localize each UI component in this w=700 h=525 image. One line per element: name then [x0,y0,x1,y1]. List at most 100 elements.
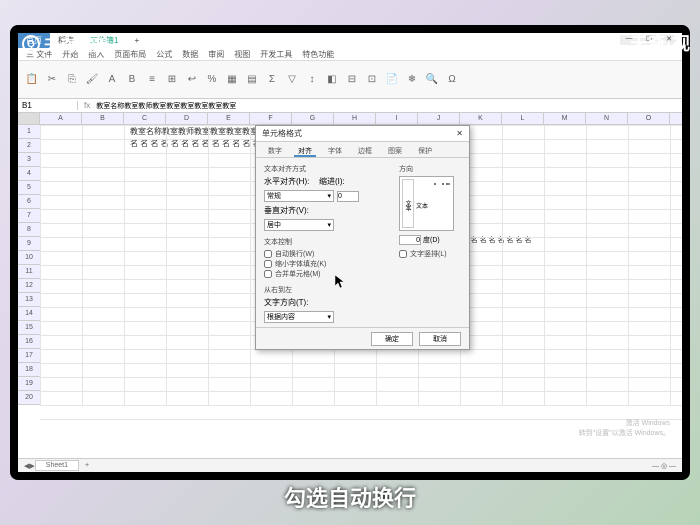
sheet-add-icon[interactable]: + [79,462,95,469]
wrap-checkbox-input[interactable] [264,250,272,258]
row-2[interactable]: 2 [18,139,40,153]
merge-checkbox[interactable]: 合并单元格(M) [264,269,393,279]
ribbon-merge-icon[interactable]: ⊞ [164,63,180,95]
row-9[interactable]: 9 [18,237,40,251]
row-3[interactable]: 3 [18,153,40,167]
formula-input[interactable]: 教室名称教室教师教室教室教室教室教室教室 [96,101,236,111]
wrap-text-checkbox[interactable]: 自动换行(W) [264,249,393,259]
row-17[interactable]: 17 [18,349,40,363]
col-l[interactable]: L [502,113,544,124]
row-4[interactable]: 4 [18,167,40,181]
row-16[interactable]: 16 [18,335,40,349]
tab-add[interactable]: + [126,34,147,47]
h-align-select[interactable]: 常规▾ [264,190,334,202]
col-f[interactable]: F [250,113,292,124]
ribbon-row-icon[interactable]: ⊟ [344,63,360,95]
col-g[interactable]: G [292,113,334,124]
ribbon-filter-icon[interactable]: ▽ [284,63,300,95]
ribbon-sort-icon[interactable]: ↕ [304,63,320,95]
menu-review[interactable]: 审阅 [208,49,224,58]
degree-input[interactable] [399,235,421,245]
degree-spinner[interactable]: 度(D) [399,235,461,245]
vertical-text-checkbox[interactable]: 文字竖排(L) [399,249,461,259]
menu-data[interactable]: 数据 [182,49,198,58]
dialog-close-icon[interactable]: ✕ [456,129,463,138]
menu-view[interactable]: 视图 [234,49,250,58]
select-all-corner[interactable] [18,113,40,124]
menu-dev[interactable]: 开发工具 [260,49,292,58]
row-12[interactable]: 12 [18,279,40,293]
ribbon-freeze-icon[interactable]: ❄ [404,63,420,95]
ribbon: 📋 ✂ ⎘ 🖌 A B ≡ ⊞ ↩ % ▦ ▤ Σ ▽ ↕ ◧ ⊟ ⊡ 📄 ❄ … [18,61,682,99]
row-18[interactable]: 18 [18,363,40,377]
ribbon-col-icon[interactable]: ⊡ [364,63,380,95]
name-box[interactable]: B1 [18,101,78,110]
ribbon-cond-icon[interactable]: ▤ [244,63,260,95]
ribbon-find-icon[interactable]: 🔍 [424,63,440,95]
cancel-button[interactable]: 取消 [419,332,461,346]
indent-spinner[interactable] [337,191,359,202]
col-m[interactable]: M [544,113,586,124]
row-7[interactable]: 7 [18,209,40,223]
row-15[interactable]: 15 [18,321,40,335]
row-5[interactable]: 5 [18,181,40,195]
col-e[interactable]: E [208,113,250,124]
col-i[interactable]: I [376,113,418,124]
ok-button[interactable]: 确定 [371,332,413,346]
ribbon-align-icon[interactable]: ≡ [144,63,160,95]
merge-checkbox-input[interactable] [264,270,272,278]
ribbon-bold-icon[interactable]: B [124,63,140,95]
tab-number[interactable]: 数字 [264,144,286,157]
vertical-checkbox-input[interactable] [399,250,407,258]
direction-select[interactable]: 根据内容▾ [264,311,334,323]
row-1[interactable]: 1 [18,125,40,139]
tab-alignment[interactable]: 对齐 [294,144,316,157]
row-14[interactable]: 14 [18,307,40,321]
tab-border[interactable]: 边框 [354,144,376,157]
ribbon-cut-icon[interactable]: ✂ [44,63,60,95]
ribbon-symbol-icon[interactable]: Ω [444,63,460,95]
v-align-select[interactable]: 居中▾ [264,219,334,231]
sheet-tab[interactable]: Sheet1 [35,460,79,471]
ribbon-font-icon[interactable]: A [104,63,120,95]
ribbon-fill-icon[interactable]: ◧ [324,63,340,95]
orientation-box[interactable]: 文本 文本 [399,176,454,231]
row-10[interactable]: 10 [18,251,40,265]
col-c[interactable]: C [124,113,166,124]
col-k[interactable]: K [460,113,502,124]
row-20[interactable]: 20 [18,391,40,405]
ribbon-paste-icon[interactable]: 📋 [24,63,40,95]
col-h[interactable]: H [334,113,376,124]
tab-font[interactable]: 字体 [324,144,346,157]
ribbon-table-icon[interactable]: ▦ [224,63,240,95]
shrink-checkbox-input[interactable] [264,260,272,268]
tab-pattern[interactable]: 图案 [384,144,406,157]
zoom-slider[interactable]: — ◎ — [652,462,676,470]
ribbon-format-icon[interactable]: 🖌 [84,63,100,95]
tab-protect[interactable]: 保护 [414,144,436,157]
ribbon-sheet-icon[interactable]: 📄 [384,63,400,95]
menu-layout[interactable]: 页面布局 [114,49,146,58]
fx-label[interactable]: fx [78,101,96,110]
col-n[interactable]: N [586,113,628,124]
shrink-checkbox[interactable]: 缩小字体填充(K) [264,259,393,269]
orientation-dial[interactable]: 文本 [418,183,450,225]
ribbon-number-icon[interactable]: % [204,63,220,95]
ribbon-wrap-icon[interactable]: ↩ [184,63,200,95]
row-13[interactable]: 13 [18,293,40,307]
row-11[interactable]: 11 [18,265,40,279]
col-j[interactable]: J [418,113,460,124]
ribbon-copy-icon[interactable]: ⎘ [64,63,80,95]
row-8[interactable]: 8 [18,223,40,237]
row-19[interactable]: 19 [18,377,40,391]
col-d[interactable]: D [166,113,208,124]
col-o[interactable]: O [628,113,670,124]
row-6[interactable]: 6 [18,195,40,209]
col-b[interactable]: B [82,113,124,124]
ribbon-sum-icon[interactable]: Σ [264,63,280,95]
h-align-label: 水平对齐(H): [264,176,316,187]
orientation-vertical[interactable]: 文本 [402,179,414,228]
menu-feature[interactable]: 特色功能 [302,49,334,58]
col-a[interactable]: A [40,113,82,124]
menu-formula[interactable]: 公式 [156,49,172,58]
